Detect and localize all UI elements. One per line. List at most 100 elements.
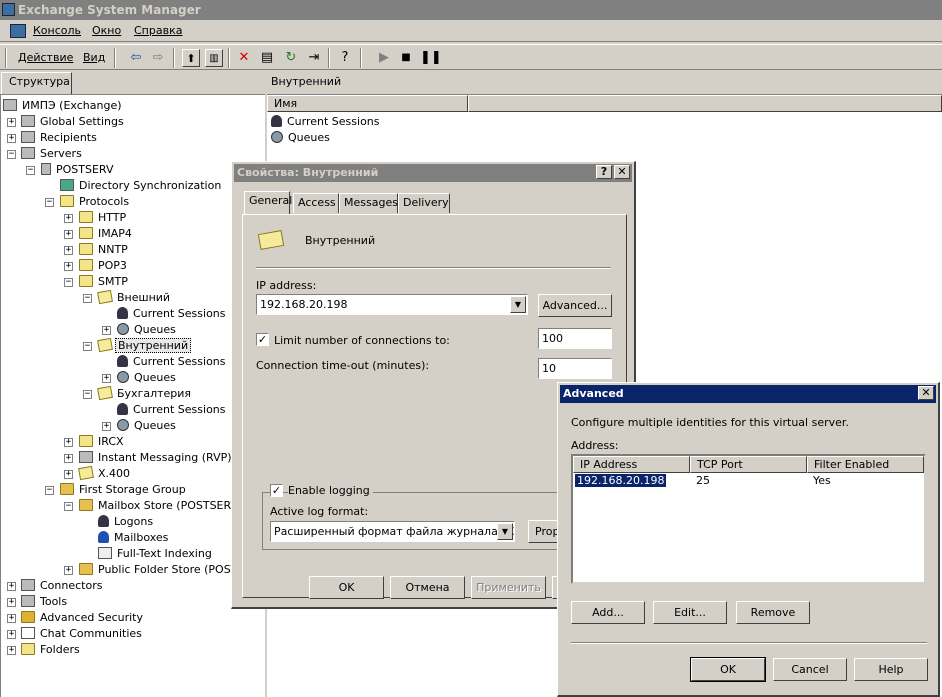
close-icon[interactable]: ✕ [614, 165, 630, 179]
expand-icon[interactable]: + [64, 438, 73, 447]
collapse-icon[interactable]: − [64, 502, 73, 511]
tree-item-queues[interactable]: Queues [117, 418, 178, 434]
tree-item-connectors[interactable]: Connectors [21, 578, 104, 594]
tree-item-buhgalteria[interactable]: Бухгалтерия [97, 385, 193, 402]
export-list-icon[interactable]: ⇥ [305, 49, 323, 67]
ip-address-dropdown[interactable]: 192.168.20.198 ▼ [256, 294, 528, 315]
apply-button[interactable]: Применить [471, 576, 546, 599]
timeout-field[interactable]: 10 [538, 358, 612, 379]
tree-item-instant-messaging[interactable]: Instant Messaging (RVP) [79, 450, 234, 466]
forward-icon[interactable]: ⇨ [149, 49, 167, 67]
expand-icon[interactable]: + [64, 566, 73, 575]
up-folder-icon[interactable]: ⬆ [182, 49, 200, 67]
cancel-button[interactable]: Отмена [390, 576, 465, 599]
collapse-icon[interactable]: − [26, 166, 35, 175]
tree-item-pop3[interactable]: POP3 [79, 258, 129, 274]
expand-icon[interactable]: + [64, 246, 73, 255]
ok-button[interactable]: OK [309, 576, 384, 599]
add-button[interactable]: Add... [571, 601, 645, 624]
tree-item-nntp[interactable]: NNTP [79, 242, 130, 258]
tree-item-directory-sync[interactable]: Directory Synchronization [60, 178, 223, 194]
tree-item-servers[interactable]: Servers [21, 146, 84, 162]
delete-icon[interactable]: ✕ [235, 49, 253, 67]
collapse-icon[interactable]: − [45, 198, 54, 207]
remove-button[interactable]: Remove [736, 601, 810, 624]
expand-icon[interactable]: + [7, 582, 16, 591]
tree-item-queues[interactable]: Queues [117, 370, 178, 386]
expand-icon[interactable]: + [7, 598, 16, 607]
tree-item-postserv[interactable]: POSTSERV [41, 162, 116, 178]
expand-icon[interactable]: + [102, 422, 111, 431]
back-icon[interactable]: ⇦ [127, 49, 145, 67]
menu-window[interactable]: Окно [92, 24, 121, 37]
tab-general[interactable]: General [244, 191, 292, 214]
menu-action[interactable]: Действие [18, 51, 73, 64]
expand-icon[interactable]: + [7, 134, 16, 143]
expand-icon[interactable]: + [7, 614, 16, 623]
tree-item-imap4[interactable]: IMAP4 [79, 226, 134, 242]
menu-console[interactable]: Консоль [33, 24, 81, 37]
tree-item-mailbox-store[interactable]: Mailbox Store (POSTSERV) [79, 498, 244, 514]
ok-button[interactable]: OK [690, 657, 766, 682]
tree-item-http[interactable]: HTTP [79, 210, 128, 226]
tree-item-x400[interactable]: X.400 [78, 465, 132, 482]
tree-item-smtp[interactable]: SMTP [79, 274, 130, 290]
tab-delivery[interactable]: Delivery [398, 193, 450, 213]
expand-icon[interactable]: + [102, 374, 111, 383]
limit-connections-field[interactable]: 100 [538, 328, 612, 349]
play-icon[interactable]: ▶ [375, 49, 393, 67]
expand-icon[interactable]: + [64, 454, 73, 463]
tree-item-public-folder-store[interactable]: Public Folder Store (POSTSE [79, 562, 253, 578]
help-icon[interactable]: ? [336, 49, 354, 67]
tree-item-queues[interactable]: Queues [117, 322, 178, 338]
edit-button[interactable]: Edit... [653, 601, 727, 624]
tree-item-current-sessions[interactable]: Current Sessions [117, 402, 228, 418]
tree-item-vnutrenniy[interactable]: Внутренний [97, 337, 192, 354]
address-listview[interactable]: IP Address TCP Port Filter Enabled 192.1… [571, 454, 926, 584]
expand-icon[interactable]: + [64, 214, 73, 223]
tree-item-recipients[interactable]: Recipients [21, 130, 99, 146]
collapse-icon[interactable]: − [83, 390, 92, 399]
log-format-dropdown[interactable]: Расширенный формат файла журнала W3C ▼ [270, 521, 515, 542]
tree-item-global-settings[interactable]: Global Settings [21, 114, 126, 130]
collapse-icon[interactable]: − [64, 278, 73, 287]
tree-item-current-sessions[interactable]: Current Sessions [117, 306, 228, 322]
tree-item-full-text-indexing[interactable]: Full-Text Indexing [98, 546, 214, 562]
close-icon[interactable]: ✕ [918, 386, 934, 400]
show-hide-tree-icon[interactable]: ▥ [205, 49, 223, 67]
menu-view[interactable]: Вид [83, 51, 105, 64]
table-row[interactable]: 192.168.20.198 25 Yes [573, 473, 924, 489]
enable-logging-checkbox[interactable]: ✓ [270, 484, 283, 497]
expand-icon[interactable]: + [64, 470, 73, 479]
limit-connections-checkbox[interactable]: ✓ [256, 333, 269, 346]
tree-item-mailboxes[interactable]: Mailboxes [98, 530, 170, 546]
expand-icon[interactable]: + [7, 118, 16, 127]
tree-item-first-storage-group[interactable]: First Storage Group [60, 482, 188, 498]
tree-item-protocols[interactable]: Protocols [60, 194, 131, 210]
expand-icon[interactable]: + [7, 646, 16, 655]
stop-icon[interactable]: ■ [397, 49, 415, 67]
tree-item-ircx[interactable]: IRCX [79, 434, 126, 450]
advanced-button[interactable]: Advanced... [538, 294, 612, 317]
chevron-down-icon[interactable]: ▼ [497, 523, 513, 540]
cancel-button[interactable]: Cancel [773, 658, 847, 681]
expand-icon[interactable]: + [7, 630, 16, 639]
tree-item-folders[interactable]: Folders [21, 642, 82, 658]
tree-item-root[interactable]: ИМПЭ (Exchange) [3, 98, 124, 114]
help-question-icon[interactable]: ? [596, 165, 612, 179]
column-header-filter[interactable]: Filter Enabled [807, 456, 924, 473]
tree-item-tools[interactable]: Tools [21, 594, 69, 610]
column-header-name[interactable]: Имя [267, 95, 468, 112]
list-item[interactable]: Current Sessions [271, 114, 382, 130]
tree-item-vneshniy[interactable]: Внешний [97, 289, 172, 306]
column-header-ip[interactable]: IP Address [573, 456, 690, 473]
refresh-icon[interactable]: ↻ [282, 49, 300, 67]
tab-tree[interactable]: Структура [1, 72, 72, 94]
chevron-down-icon[interactable]: ▼ [510, 296, 526, 313]
collapse-icon[interactable]: − [7, 150, 16, 159]
tree-item-logons[interactable]: Logons [98, 514, 155, 530]
tree-item-advanced-security[interactable]: Advanced Security [21, 610, 145, 626]
pause-icon[interactable]: ❚❚ [420, 49, 442, 67]
expand-icon[interactable]: + [102, 326, 111, 335]
help-button[interactable]: Help [854, 658, 928, 681]
